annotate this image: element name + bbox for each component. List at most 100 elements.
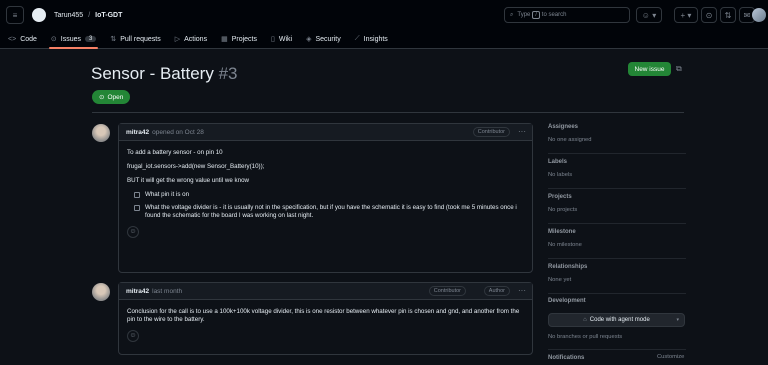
sidebar-heading: Projects <box>548 194 572 200</box>
role-badge: Contributor <box>472 127 510 137</box>
shield-icon: ◈ <box>306 36 312 43</box>
status-badge: ⊙ Open <box>92 90 131 104</box>
inbox-icon: ✉ <box>743 10 751 20</box>
customize-link[interactable]: Customize <box>657 354 684 360</box>
sidebar-labels[interactable]: Labels No labels <box>548 159 686 178</box>
chevron-down-icon: ▾ <box>676 317 679 323</box>
issue-number: #3 <box>218 64 238 83</box>
git-pull-request-icon: ⇅ <box>724 10 732 20</box>
comment-header: mitra42 opened on Oct 28 Contributor ··· <box>119 124 532 141</box>
tab-pull-requests[interactable]: ⇅ Pull requests <box>110 30 160 48</box>
play-icon: ▷ <box>174 36 181 43</box>
sidebar-divider <box>548 293 686 294</box>
task-checkbox[interactable] <box>134 192 140 198</box>
code-icon: <> <box>8 35 17 43</box>
sidebar-divider <box>548 153 686 154</box>
repo-link[interactable]: IoT-GDT <box>95 12 122 19</box>
avatar[interactable] <box>92 124 110 142</box>
comment-author[interactable]: mitra42 <box>126 129 149 136</box>
issues-button[interactable]: ⊙ <box>701 7 717 23</box>
sidebar-value: No milestone <box>548 242 582 248</box>
search-shortcut-key: / <box>532 11 540 19</box>
tab-label: Pull requests <box>120 35 161 43</box>
comment-card: mitra42 last month Contributor Author ··… <box>118 282 533 355</box>
copilot-button[interactable]: ☺ ▾ <box>636 7 662 23</box>
sidebar-value: No branches or pull requests <box>548 334 623 340</box>
search-icon: ⌕ <box>510 11 514 18</box>
tab-code[interactable]: <> Code <box>8 30 37 48</box>
sidebar-divider <box>548 188 686 189</box>
issue-opened-icon: ⊙ <box>50 36 57 43</box>
breadcrumb: Tarun455 / IoT-GDT <box>54 12 122 19</box>
copy-icon[interactable]: ⧉ <box>676 64 682 74</box>
issues-count-badge: 3 <box>85 36 97 42</box>
comment-timestamp[interactable]: last month <box>152 288 182 295</box>
code-with-agent-button[interactable]: ⌂ Code with agent mode ▾ <box>548 313 685 327</box>
tab-wiki[interactable]: ▯ Wiki <box>271 30 292 48</box>
kebab-menu-icon[interactable]: ··· <box>518 127 526 136</box>
header-divider <box>92 112 684 113</box>
comment-header: mitra42 last month Contributor Author ··… <box>119 283 532 300</box>
comment-card: mitra42 opened on Oct 28 Contributor ···… <box>118 123 533 273</box>
book-icon: ▯ <box>271 36 275 43</box>
user-avatar[interactable] <box>752 8 766 22</box>
tab-insights[interactable]: ⟋ Insights <box>355 30 388 48</box>
status-text: Open <box>107 93 124 101</box>
sidebar-divider <box>548 258 686 259</box>
sidebar-value: No labels <box>548 172 573 178</box>
issue-title-text: Sensor - Battery <box>91 64 214 83</box>
tab-label: Security <box>315 35 341 43</box>
copilot-icon: ⌂ <box>583 317 587 323</box>
add-reaction-button[interactable]: ☺ <box>127 226 139 238</box>
sidebar-divider <box>548 349 686 350</box>
sidebar-heading: Development <box>548 298 586 304</box>
comment-timestamp[interactable]: opened on Oct 28 <box>152 129 204 136</box>
search-input[interactable]: ⌕ Type / to search <box>504 7 630 23</box>
tab-security[interactable]: ◈ Security <box>306 30 341 48</box>
comment-author[interactable]: mitra42 <box>126 288 149 295</box>
task-text: What the voltage divider is - it is usua… <box>145 204 517 219</box>
add-reaction-button[interactable]: ☺ <box>127 330 139 342</box>
sidebar-divider <box>548 223 686 224</box>
tab-label: Issues <box>60 35 82 43</box>
comment-paragraph: To add a battery sensor - on pin 10 <box>127 149 223 156</box>
sidebar-milestone[interactable]: Milestone No milestone <box>548 229 686 248</box>
sidebar-value: None yet <box>548 277 572 283</box>
smiley-icon: ☺ <box>129 332 137 339</box>
tab-projects[interactable]: ▦ Projects <box>221 30 257 48</box>
menu-button[interactable]: ≡ <box>6 6 24 24</box>
author-badge: Author <box>483 286 510 296</box>
sidebar-development: Development <box>548 298 686 304</box>
task-checkbox[interactable] <box>134 205 140 211</box>
task-item: What the voltage divider is - it is usua… <box>134 204 524 220</box>
comment-body: Conclusion for the call is to use a 100k… <box>119 300 532 350</box>
issue-opened-icon: ⊙ <box>705 10 713 20</box>
owner-link[interactable]: Tarun455 <box>54 12 83 19</box>
task-text: What pin it is on <box>145 191 190 198</box>
tab-label: Wiki <box>278 35 293 43</box>
sidebar-assignees[interactable]: Assignees No one assigned <box>548 124 686 143</box>
tab-label: Code <box>20 35 37 43</box>
tab-actions[interactable]: ▷ Actions <box>175 30 207 48</box>
github-logo-icon[interactable] <box>32 8 46 22</box>
kebab-menu-icon[interactable]: ··· <box>518 286 526 295</box>
search-placeholder-pre: Type <box>517 12 531 18</box>
avatar[interactable] <box>92 283 110 301</box>
sidebar-projects[interactable]: Projects No projects <box>548 194 686 213</box>
sidebar-development-value: No branches or pull requests <box>548 334 686 340</box>
hamburger-icon: ≡ <box>12 10 18 20</box>
table-icon: ▦ <box>221 36 228 43</box>
plus-icon: + ▾ <box>680 10 692 20</box>
pull-requests-button[interactable]: ⇅ <box>720 7 736 23</box>
sidebar-relationships: Relationships None yet <box>548 264 686 283</box>
new-issue-button[interactable]: New issue <box>628 62 671 76</box>
tab-label: Insights <box>363 35 388 43</box>
repo-tabs: <> Code ⊙ Issues 3 ⇅ Pull requests ▷ Actions … <box>0 30 768 49</box>
graph-icon: ⟋ <box>354 35 360 42</box>
comment-body: To add a battery sensor - on pin 10 frug… <box>119 141 532 246</box>
tab-label: Actions <box>184 35 208 43</box>
create-new-button[interactable]: + ▾ <box>674 7 698 23</box>
smiley-icon: ☺ <box>129 228 137 235</box>
sidebar-heading: Relationships <box>548 264 588 270</box>
tab-issues[interactable]: ⊙ Issues 3 <box>48 30 99 49</box>
